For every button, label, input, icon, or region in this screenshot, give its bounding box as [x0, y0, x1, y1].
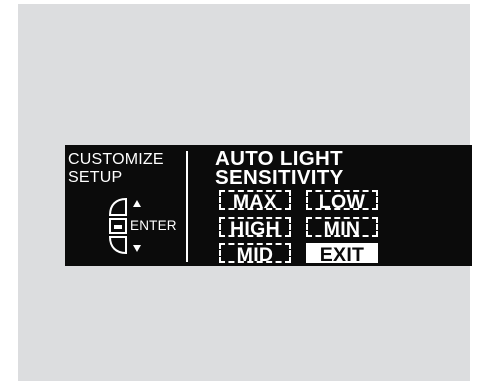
lcd-display: CUSTOMIZE SETUP ENTER AUTO LIGHT SENSITI… — [65, 145, 472, 266]
arrow-up-icon — [133, 200, 141, 207]
title-sensitivity: SENSITIVITY — [215, 166, 344, 189]
option-exit[interactable]: EXIT — [306, 243, 378, 265]
option-max[interactable]: MAX — [219, 190, 291, 212]
option-high[interactable]: HIGH — [219, 217, 291, 239]
enter-control[interactable]: ENTER — [106, 195, 177, 257]
setup-label: SETUP — [68, 169, 123, 186]
arrow-down-icon — [133, 245, 141, 252]
enter-label: ENTER — [130, 218, 177, 233]
divider — [186, 151, 188, 262]
customize-label: CUSTOMIZE — [68, 151, 164, 168]
option-min[interactable]: MIN — [306, 217, 378, 239]
option-mid[interactable]: MID — [219, 243, 291, 265]
customize-setup-section: CUSTOMIZE SETUP ENTER — [68, 149, 183, 266]
option-low[interactable]: LOW — [306, 190, 378, 212]
manual-panel: CUSTOMIZE SETUP ENTER AUTO LIGHT SENSITI… — [18, 4, 472, 381]
